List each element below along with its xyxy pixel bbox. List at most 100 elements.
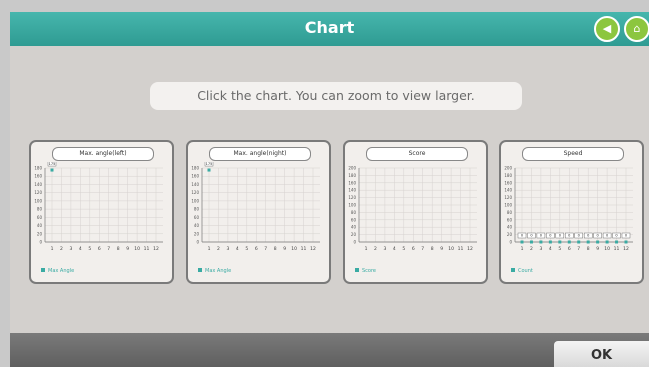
x-tick-label: 9: [440, 246, 443, 252]
data-label: 175: [206, 162, 213, 166]
y-tick-label: 140: [34, 182, 42, 187]
y-tick-label: 0: [353, 240, 356, 245]
y-tick-label: 0: [39, 240, 42, 245]
x-tick-label: 3: [226, 246, 229, 252]
chart-plot: 0204060801001201401601802001 2 3 4 5 6 7 8 9 10 11…: [504, 166, 633, 252]
y-tick-label: 60: [194, 215, 200, 220]
x-tick-label: 1: [365, 246, 368, 252]
y-tick-label: 160: [504, 180, 512, 185]
data-point: [207, 168, 211, 172]
data-label: 0: [587, 234, 589, 238]
x-tick-label: 8: [117, 246, 120, 252]
y-tick-label: 100: [504, 203, 512, 208]
data-label: 0: [625, 234, 627, 238]
y-tick-label: 180: [348, 173, 356, 178]
home-icon[interactable]: ⌂: [624, 16, 649, 42]
y-tick-label: 140: [191, 182, 199, 187]
y-tick-label: 160: [348, 180, 356, 185]
data-label: 0: [521, 234, 523, 238]
y-tick-label: 40: [351, 225, 357, 230]
app-window: Chart ◀ ⌂ Click the chart. You can zoom …: [10, 12, 649, 367]
chart-title: Max. angle(night): [209, 147, 311, 161]
x-tick-label: 8: [431, 246, 434, 252]
header-bar: Chart ◀ ⌂: [10, 12, 649, 46]
x-tick-label: 7: [577, 246, 580, 252]
ok-button[interactable]: OK: [554, 341, 649, 367]
x-tick-label: 7: [107, 246, 110, 252]
x-tick-label: 2: [530, 246, 533, 252]
data-label: 0: [530, 234, 532, 238]
x-tick-label: 5: [558, 246, 561, 252]
y-tick-label: 120: [504, 195, 512, 200]
chart-card-max-angle-night[interactable]: Max. angle(night) 0 20 40 60 80 100 120 140 160 1…: [186, 140, 331, 284]
data-label: 0: [597, 234, 599, 238]
y-tick-label: 100: [34, 198, 42, 203]
data-label: 0: [540, 234, 542, 238]
x-tick-label: 3: [383, 246, 386, 252]
y-tick-label: 80: [351, 210, 357, 215]
back-arrow-icon[interactable]: ◀: [594, 16, 620, 42]
data-label: 175: [49, 162, 56, 166]
chart-title: Max. angle(left): [52, 147, 154, 161]
y-tick-label: 140: [348, 188, 356, 193]
y-tick-label: 200: [504, 166, 512, 171]
y-tick-label: 200: [348, 166, 356, 171]
x-tick-label: 12: [467, 246, 473, 252]
data-label: 0: [568, 234, 570, 238]
y-tick-label: 60: [351, 217, 357, 222]
chart-legend: Max Angle: [198, 268, 231, 274]
data-point: [615, 240, 619, 244]
y-tick-label: 60: [37, 215, 43, 220]
chart-legend: Max Angle: [41, 268, 74, 274]
chart-card-speed[interactable]: Speed 0 20 40 60 80 100 120 140 160 180 200 1 2 3 4 5 6 7…: [499, 140, 644, 284]
chart-title: Score: [366, 147, 468, 161]
x-tick-label: 10: [291, 246, 297, 252]
y-tick-label: 100: [348, 203, 356, 208]
data-point: [520, 240, 524, 244]
x-tick-label: 2: [374, 246, 377, 252]
page-title: Chart: [304, 18, 355, 37]
x-tick-label: 11: [144, 246, 150, 252]
y-tick-label: 40: [37, 223, 43, 228]
x-tick-label: 5: [245, 246, 248, 252]
data-point: [529, 240, 533, 244]
x-tick-label: 6: [98, 246, 101, 252]
y-tick-label: 80: [507, 210, 513, 215]
chart-card-score[interactable]: Score 0 20 40 60 80 100 120 140 160 180 200 1 2 3 4 5 6 7…: [343, 140, 488, 284]
x-tick-label: 12: [310, 246, 316, 252]
instruction-banner: Click the chart. You can zoom to view la…: [150, 82, 522, 110]
y-tick-label: 140: [504, 188, 512, 193]
y-tick-label: 120: [34, 190, 42, 195]
x-tick-label: 3: [69, 246, 72, 252]
y-tick-label: 20: [351, 232, 357, 237]
x-tick-label: 10: [604, 246, 610, 252]
chart-plot: 0204060801001201401601801 2 3 4 5 6 7 8 9 10 11 121…: [191, 162, 320, 252]
y-tick-label: 120: [348, 195, 356, 200]
y-tick-label: 180: [504, 173, 512, 178]
x-tick-label: 7: [264, 246, 267, 252]
x-tick-label: 9: [596, 246, 599, 252]
data-label: 0: [606, 234, 608, 238]
x-tick-label: 11: [301, 246, 307, 252]
x-tick-label: 3: [539, 246, 542, 252]
data-label: 0: [578, 234, 580, 238]
data-point: [596, 240, 600, 244]
chart-legend: Score: [355, 268, 376, 274]
chart-legend: Count: [511, 268, 533, 274]
y-tick-label: 120: [191, 190, 199, 195]
y-tick-label: 80: [194, 207, 200, 212]
data-point: [50, 168, 54, 172]
x-tick-label: 6: [568, 246, 571, 252]
data-point: [539, 240, 543, 244]
x-tick-label: 6: [255, 246, 258, 252]
y-tick-label: 100: [191, 198, 199, 203]
x-tick-label: 10: [448, 246, 454, 252]
x-tick-label: 2: [60, 246, 63, 252]
y-tick-label: 0: [196, 240, 199, 245]
x-tick-label: 10: [134, 246, 140, 252]
data-label: 0: [615, 234, 617, 238]
data-point: [558, 240, 562, 244]
chart-card-max-angle-left[interactable]: Max. angle(left) 0 20 40 60 80 100 120 140 160 18…: [29, 140, 174, 284]
chart-title: Speed: [522, 147, 624, 161]
y-tick-label: 20: [194, 231, 200, 236]
